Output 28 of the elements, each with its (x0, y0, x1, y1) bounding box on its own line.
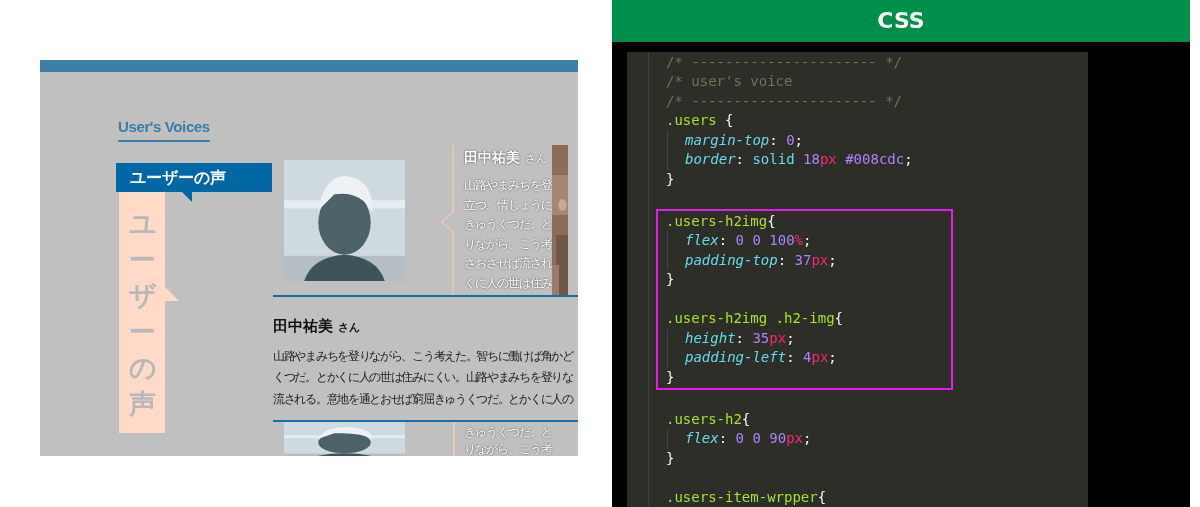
code-line: /* ---------------------- */ (666, 52, 903, 72)
section-heading: User's Voices (118, 117, 210, 142)
text-line: 山路やまみちを登りながら、こう考えた。智ちに働けば角かど (273, 347, 573, 365)
person-name: 田中祐美 (464, 149, 520, 165)
code-line: padding-top: 37px; (656, 250, 953, 270)
code-line: .users-item-wrpper{ (666, 487, 828, 507)
code-line: /* user's voice (666, 72, 794, 91)
code-line: .users-h2img .h2-img{ (656, 309, 953, 329)
code-line: border: solid 18px #008cdc; (666, 150, 1088, 170)
honorific: さん (338, 320, 361, 334)
code-line: } (666, 448, 676, 468)
panel-header: CSS (612, 0, 1190, 42)
text-line: くつだ。とかくに人の世は住みにくい。山路やまみちを登りな (273, 369, 573, 386)
code-line: .users-h2img{ (656, 208, 953, 231)
code-line: flex: 0 0 100%; (656, 231, 953, 251)
code-line: } (656, 270, 953, 290)
code-line: .users-h2{ (666, 409, 752, 429)
code-line: margin-top: 0; (666, 130, 1088, 150)
person-name: 田中祐美 (273, 316, 333, 335)
speech-tail (182, 192, 192, 202)
code-line: flex: 0 0 90px; (666, 429, 1088, 449)
code-line: height: 35px; (656, 328, 953, 348)
text-line: 流される。意地を通とおせば窮屈きゅうくつだ。とかくに人の (273, 390, 573, 408)
code-line: /* ---------------------- */ (666, 91, 903, 111)
code-line: padding-left: 4px; (656, 348, 953, 368)
code-line: } (666, 169, 676, 189)
code-line: } (656, 367, 953, 390)
code-line: .users { (666, 111, 735, 130)
